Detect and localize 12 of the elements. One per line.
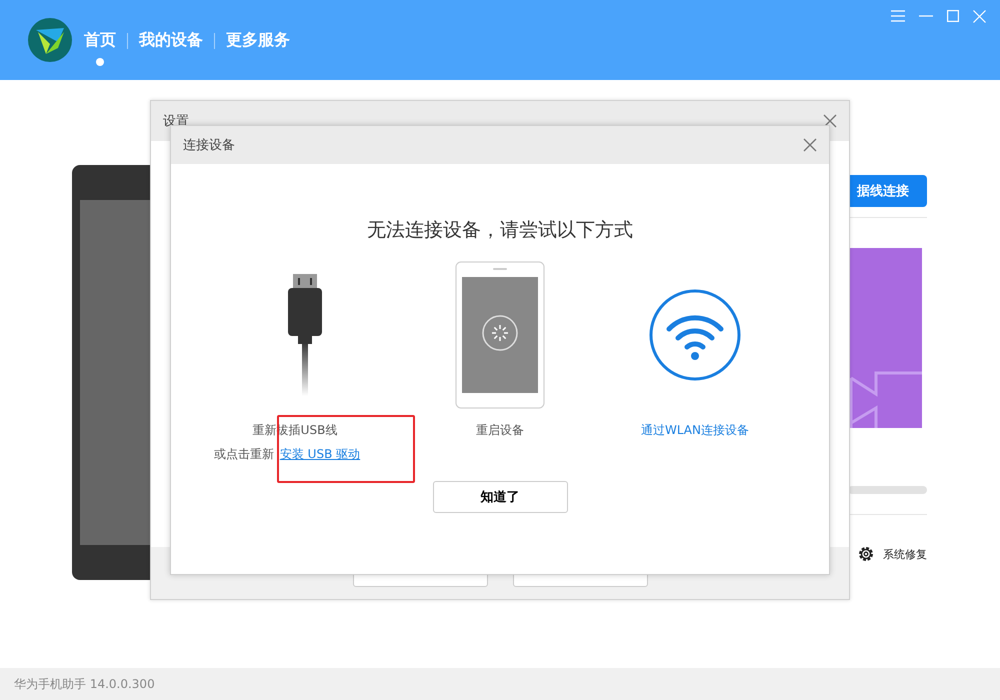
nav-tab[interactable]: 首页 bbox=[84, 30, 116, 66]
nav-tab[interactable]: 我的设备 bbox=[139, 30, 203, 66]
install-driver-link[interactable]: 安装 USB 驱动 bbox=[280, 446, 360, 463]
dialog-heading: 无法连接设备，请尝试以下方式 bbox=[366, 218, 634, 243]
ok-button[interactable]: 知道了 bbox=[432, 481, 568, 513]
nav-tab[interactable]: 更多服务 bbox=[226, 30, 290, 66]
wlan-link[interactable]: 通过WLAN连接设备 bbox=[640, 422, 749, 439]
version-text: 华为手机助手 14.0.0.300 bbox=[14, 676, 155, 692]
option-hint: 或点击重新 bbox=[214, 446, 274, 463]
option-label: 重启设备 bbox=[476, 422, 524, 439]
repair-button[interactable]: 系统修复 bbox=[857, 545, 927, 563]
dialog-title: 连接设备 bbox=[183, 137, 235, 154]
